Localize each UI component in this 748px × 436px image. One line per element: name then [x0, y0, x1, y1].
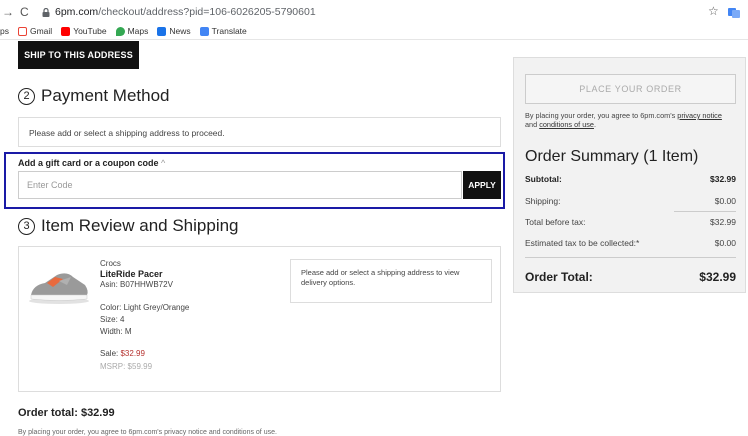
order-total-text: Order total: $32.99 [18, 407, 115, 419]
estimated-tax-row: Estimated tax to be collected:* $0.00 [525, 238, 736, 248]
bookmark-maps[interactable]: Maps [115, 26, 148, 36]
shipping-row: Shipping: $0.00 [525, 196, 736, 206]
item-card: Crocs LiteRide Pacer Asin: B07HHWB72V Co… [18, 246, 501, 392]
gift-card-section: Add a gift card or a coupon code ^ Enter… [4, 152, 505, 209]
agreement-text: By placing your order, you agree to 6pm.… [525, 111, 722, 129]
step-number: 3 [18, 217, 35, 235]
bookmark-apps[interactable]: ps [0, 26, 9, 36]
bookmark-youtube[interactable]: YouTube [61, 26, 107, 36]
caret-up-icon: ^ [161, 158, 166, 168]
url-host: 6pm.com [55, 6, 99, 18]
sale-price: $32.99 [120, 349, 145, 358]
product-image[interactable] [27, 265, 91, 305]
divider [674, 211, 736, 212]
order-total-row: Order Total: $32.99 [525, 270, 736, 284]
forward-button[interactable]: → [2, 5, 14, 19]
privacy-notice-link[interactable]: privacy notice [677, 111, 722, 120]
order-summary-title: Order Summary (1 Item) [525, 148, 699, 165]
youtube-icon [61, 26, 71, 36]
payment-notice-box: Please add or select a shipping address … [18, 117, 501, 147]
shipping-options-notice: Please add or select a shipping address … [290, 259, 492, 303]
fine-print: By placing your order, you agree to 6pm.… [18, 429, 277, 436]
divider [525, 257, 736, 258]
product-color: Color: Light Grey/Orange [100, 303, 190, 312]
payment-notice: Please add or select a shipping address … [29, 128, 225, 138]
ship-to-address-button[interactable]: SHIP TO THIS ADDRESS [18, 41, 139, 69]
product-width: Width: M [100, 327, 132, 336]
reload-button[interactable]: C [20, 5, 29, 19]
apply-button[interactable]: APPLY [463, 171, 501, 199]
browser-chrome: → C 6pm.com/checkout/address?pid=106-602… [0, 0, 748, 40]
coupon-code-input[interactable]: Enter Code [18, 171, 462, 199]
bookmarks-bar: ps Gmail YouTube Maps News Translate [0, 24, 247, 38]
url-path: /checkout/address?pid=106-6026205-579060… [98, 6, 316, 18]
order-summary-panel: PLACE YOUR ORDER By placing your order, … [513, 57, 746, 293]
conditions-of-use-link[interactable]: conditions of use [539, 120, 594, 129]
payment-method-heading: 2 Payment Method [18, 86, 170, 106]
news-icon [157, 26, 167, 36]
bookmark-news[interactable]: News [157, 26, 191, 36]
item-review-heading: 3 Item Review and Shipping [18, 216, 239, 236]
product-asin: Asin: B07HHWB72V [100, 280, 173, 289]
bookmark-translate[interactable]: Translate [199, 26, 247, 36]
subtotal-row: Subtotal: $32.99 [525, 174, 736, 184]
translate-extension-icon[interactable] [728, 5, 740, 18]
step-number: 2 [18, 87, 35, 105]
lock-icon [42, 7, 50, 17]
gift-card-label[interactable]: Add a gift card or a coupon code ^ [18, 158, 165, 168]
total-before-tax-row: Total before tax: $32.99 [525, 217, 736, 227]
sale-price-line: Sale: $32.99 [100, 349, 145, 358]
translate-icon [199, 26, 209, 36]
bookmark-star-icon[interactable]: ☆ [708, 4, 719, 18]
product-brand: Crocs [100, 259, 121, 268]
maps-icon [115, 26, 125, 36]
bookmark-gmail[interactable]: Gmail [17, 26, 52, 36]
address-bar[interactable]: 6pm.com/checkout/address?pid=106-6026205… [42, 4, 316, 20]
product-name[interactable]: LiteRide Pacer [100, 269, 163, 279]
place-order-button[interactable]: PLACE YOUR ORDER [525, 74, 736, 104]
gmail-icon [17, 26, 27, 36]
msrp-price: MSRP: $59.99 [100, 362, 153, 371]
product-size: Size: 4 [100, 315, 125, 324]
